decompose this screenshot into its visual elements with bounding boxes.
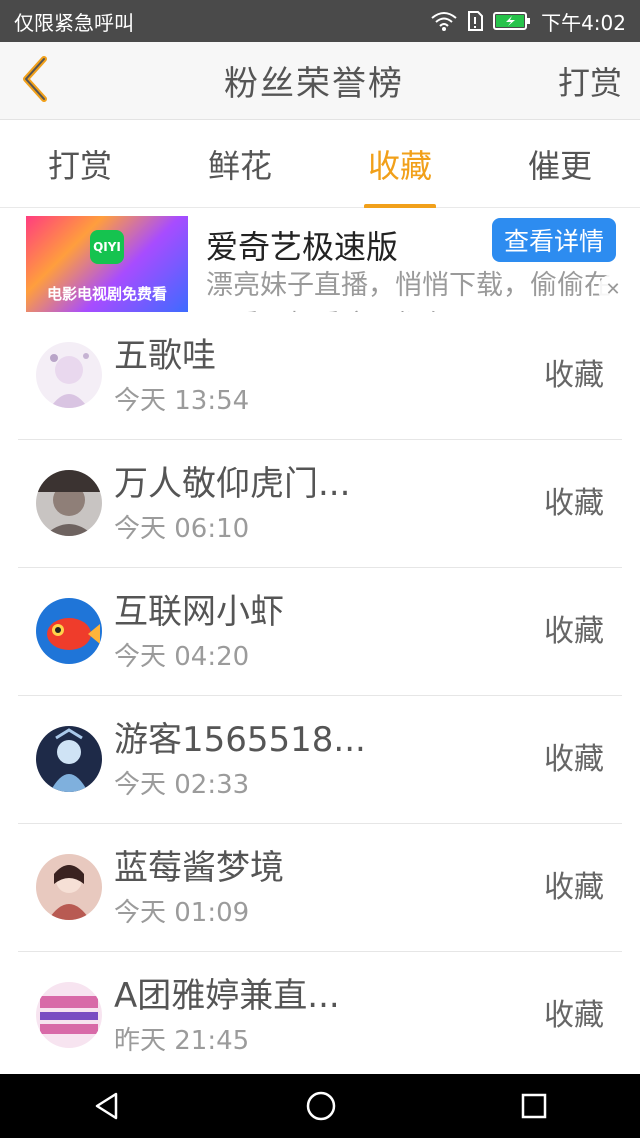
status-icons: 下午4:02 — [431, 7, 626, 36]
list-item-name: 蓝莓酱梦境 — [114, 848, 284, 888]
ad-details-button[interactable]: 查看详情 — [492, 218, 616, 262]
ad-thumbnail[interactable]: QIYI 电影电视剧免费看 — [26, 216, 188, 312]
list-item[interactable]: 五歌哇 今天 13:54 收藏 — [18, 312, 622, 440]
recent-square-icon[interactable] — [520, 1092, 548, 1120]
list-item-name: A团雅婷兼直... — [114, 976, 340, 1016]
close-icon[interactable]: ✕ — [598, 274, 628, 304]
list-item-time: 今天 04:20 — [114, 642, 250, 672]
tab-urge-update[interactable]: 催更 — [524, 131, 596, 197]
wifi-icon — [431, 11, 457, 31]
avatar — [36, 342, 102, 408]
list-item-action: 收藏 — [544, 742, 604, 777]
carrier-text: 仅限紧急呼叫 — [14, 10, 134, 35]
list-item-time: 今天 06:10 — [114, 514, 250, 544]
tab-flowers[interactable]: 鲜花 — [204, 131, 276, 197]
list-item-action: 收藏 — [544, 998, 604, 1033]
tab-bar: 打赏 鲜花 收藏 催更 — [0, 120, 640, 209]
iqiyi-logo-icon: QIYI — [90, 230, 124, 264]
list-item-action: 收藏 — [544, 870, 604, 905]
list-item[interactable]: 万人敬仰虎门... 今天 06:10 收藏 — [18, 440, 622, 568]
clock-text: 下午4:02 — [541, 10, 626, 35]
list-item-name: 游客1565518... — [114, 720, 366, 760]
system-nav-bar — [0, 1074, 640, 1138]
status-bar: 仅限紧急呼叫 下午4:02 — [0, 0, 640, 42]
list-item-time: 今天 01:09 — [114, 898, 250, 928]
list-item-name: 互联网小虾 — [114, 592, 284, 632]
ad-thumbnail-caption: 电影电视剧免费看 — [46, 285, 167, 303]
list-item[interactable]: A团雅婷兼直... 昨天 21:45 收藏 — [18, 952, 622, 1080]
back-button[interactable] — [0, 42, 70, 120]
avatar — [36, 726, 102, 792]
list-item-time: 昨天 21:45 — [114, 1026, 250, 1056]
list-item[interactable]: 互联网小虾 今天 04:20 收藏 — [18, 568, 622, 696]
battery-icon — [493, 11, 531, 31]
list-item[interactable]: 蓝莓酱梦境 今天 01:09 收藏 — [18, 824, 622, 952]
list-item-action: 收藏 — [544, 614, 604, 649]
fan-list: 五歌哇 今天 13:54 收藏 万人敬仰虎门... 今天 06:10 收藏 互联… — [0, 312, 640, 1080]
avatar — [36, 598, 102, 664]
chevron-left-icon — [20, 55, 50, 106]
list-item-name: 五歌哇 — [114, 336, 216, 376]
avatar — [36, 854, 102, 920]
ad-title: 爱奇艺极速版 — [206, 228, 399, 266]
list-item-time: 今天 13:54 — [114, 386, 250, 416]
tab-favorites[interactable]: 收藏 — [363, 131, 437, 209]
home-circle-icon[interactable] — [305, 1090, 337, 1122]
list-item-time: 今天 02:33 — [114, 770, 250, 800]
page-title: 粉丝荣誉榜 — [223, 64, 404, 104]
avatar — [36, 982, 102, 1048]
list-item-name: 万人敬仰虎门... — [114, 464, 351, 504]
sim-icon — [467, 11, 484, 31]
back-triangle-icon[interactable] — [92, 1091, 122, 1121]
list-item-action: 收藏 — [544, 358, 604, 393]
ad-description: 漂亮妹子直播，悄悄下载，偷偷在里看，想看这里都有 — [206, 270, 611, 312]
list-item-action: 收藏 — [544, 486, 604, 521]
reward-button[interactable]: 打赏 — [558, 58, 640, 104]
avatar — [36, 470, 102, 536]
list-item[interactable]: 游客1565518... 今天 02:33 收藏 — [18, 696, 622, 824]
tab-reward[interactable]: 打赏 — [44, 131, 116, 197]
top-navbar: 粉丝荣誉榜 打赏 — [0, 42, 640, 120]
